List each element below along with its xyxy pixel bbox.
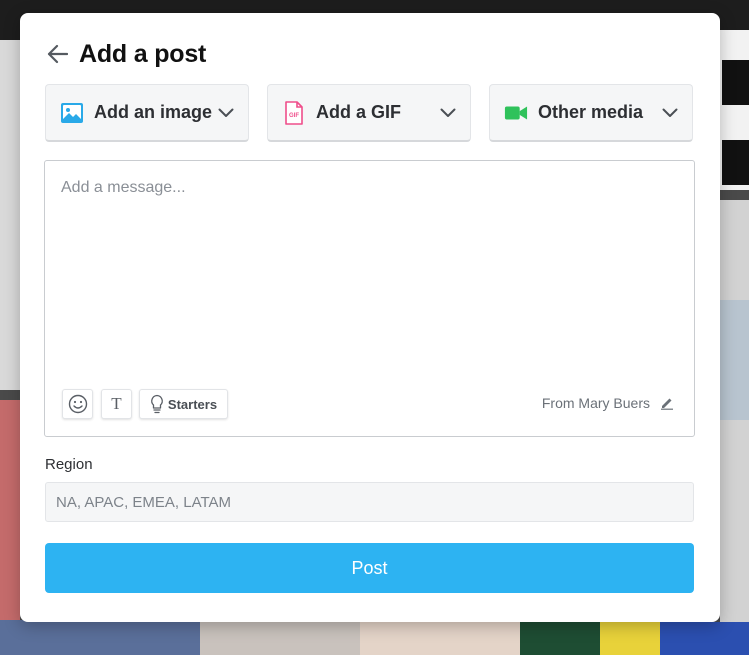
add-gif-button[interactable]: GIF Add a GIF bbox=[267, 84, 471, 142]
starters-label: Starters bbox=[167, 396, 218, 412]
image-icon bbox=[60, 101, 84, 125]
message-input[interactable] bbox=[45, 161, 694, 371]
region-input[interactable] bbox=[45, 482, 694, 522]
smiley-icon bbox=[68, 394, 88, 414]
region-label: Region bbox=[45, 456, 93, 473]
svg-text:GIF: GIF bbox=[289, 113, 299, 119]
pencil-icon[interactable] bbox=[660, 395, 676, 411]
from-author-text: From Mary Buers bbox=[541, 395, 650, 411]
chevron-down-icon bbox=[660, 103, 680, 123]
media-options: Add an image GIF Add a GIF Other media bbox=[45, 84, 694, 144]
other-media-button[interactable]: Other media bbox=[489, 84, 693, 142]
chevron-down-icon bbox=[438, 103, 458, 123]
post-button[interactable]: Post bbox=[45, 543, 694, 593]
text-format-icon: T bbox=[111, 394, 122, 413]
arrow-left-icon[interactable] bbox=[45, 42, 69, 66]
video-camera-icon bbox=[504, 101, 528, 125]
message-box: T Starters From Mary Buers bbox=[44, 160, 695, 437]
add-post-dialog: Add a post Add an image GIF Add a GIF Ot… bbox=[20, 13, 720, 622]
text-format-button[interactable]: T bbox=[101, 389, 132, 419]
gif-file-icon: GIF bbox=[282, 100, 306, 125]
other-media-label: Other media bbox=[538, 102, 644, 122]
emoji-button[interactable] bbox=[62, 389, 93, 419]
lightbulb-icon bbox=[150, 394, 164, 414]
author-attribution: From Mary Buers bbox=[542, 395, 676, 411]
dialog-title: Add a post bbox=[79, 39, 207, 68]
chevron-down-icon bbox=[216, 103, 236, 123]
add-image-button[interactable]: Add an image bbox=[45, 84, 249, 142]
starters-button[interactable]: Starters bbox=[139, 389, 228, 419]
dialog-header: Add a post bbox=[45, 37, 206, 71]
add-image-label: Add an image bbox=[94, 102, 213, 122]
add-gif-label: Add a GIF bbox=[316, 102, 401, 122]
